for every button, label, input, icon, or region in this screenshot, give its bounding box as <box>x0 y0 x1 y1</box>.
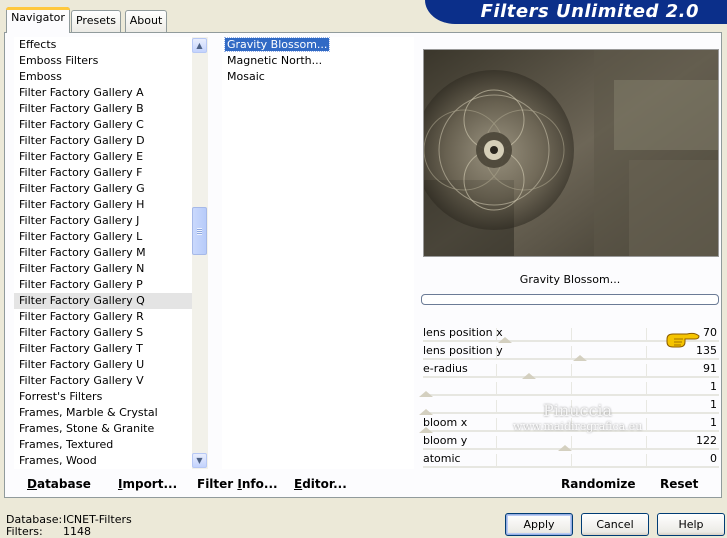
progress-bar <box>421 294 719 305</box>
slider-tick <box>646 400 647 412</box>
category-item[interactable]: Filter Factory Gallery V <box>14 373 192 389</box>
category-item[interactable]: Filter Factory Gallery A <box>14 85 192 101</box>
param-label: atomic <box>423 452 461 465</box>
slider-tick <box>571 328 572 340</box>
param-slider[interactable]: atomic 0 <box>421 451 721 469</box>
category-item[interactable]: Filter Factory Gallery U <box>14 357 192 373</box>
param-value: 1 <box>710 398 717 411</box>
filter-item[interactable]: Gravity Blossom... <box>222 37 414 53</box>
selected-filter-name: Gravity Blossom... <box>519 273 621 286</box>
tab-navigator[interactable]: Navigator <box>6 7 70 33</box>
navigator-panel: Effects Emboss Filters Emboss Filter Factor… <box>4 32 722 498</box>
category-list[interactable]: Effects Emboss Filters Emboss Filter Factor… <box>14 37 192 469</box>
param-value: 91 <box>703 362 717 375</box>
category-item[interactable]: Filter Factory Gallery R <box>14 309 192 325</box>
category-item[interactable]: Frames, Marble & Crystal <box>14 405 192 421</box>
slider-tick <box>646 436 647 448</box>
slider-tick <box>496 454 497 466</box>
scroll-up-icon[interactable]: ▲ <box>192 38 207 53</box>
slider-tick <box>646 346 647 358</box>
randomize-button[interactable]: Randomize <box>561 477 635 491</box>
param-slider[interactable]: e-radius 91 <box>421 361 721 379</box>
category-item[interactable]: Filter Factory Gallery E <box>14 149 192 165</box>
filters-status: Filters: 1148 <box>6 525 91 538</box>
category-item[interactable]: Emboss <box>14 69 192 85</box>
category-item[interactable]: Filter Factory Gallery G <box>14 181 192 197</box>
slider-tick <box>571 454 572 466</box>
category-item[interactable]: Forrest's Filters <box>14 389 192 405</box>
category-item[interactable]: Frames, Stone & Granite <box>14 421 192 437</box>
category-item[interactable]: Filter Factory Gallery C <box>14 117 192 133</box>
category-item[interactable]: Filter Factory Gallery P <box>14 277 192 293</box>
pointing-hand-icon <box>666 332 700 348</box>
category-item[interactable]: Filter Factory Gallery B <box>14 101 192 117</box>
param-label: lens position y <box>423 344 503 357</box>
import-button[interactable]: Import... <box>118 477 177 491</box>
slider-tick <box>571 364 572 376</box>
category-item[interactable]: Filter Factory Gallery L <box>14 229 192 245</box>
slider-tick <box>496 364 497 376</box>
gravity-blossom-preview <box>414 50 718 256</box>
slider-tick <box>496 436 497 448</box>
cancel-button[interactable]: Cancel <box>581 513 649 536</box>
category-item[interactable]: Frames, Wood <box>14 453 192 469</box>
param-label: bloom y <box>423 434 468 447</box>
filter-list[interactable]: Gravity Blossom... Magnetic North... Mosai… <box>222 37 414 469</box>
apply-button[interactable]: Apply <box>505 513 573 536</box>
param-value: 122 <box>696 434 717 447</box>
slider-track[interactable] <box>423 394 719 396</box>
category-item[interactable]: Filter Factory Gallery T <box>14 341 192 357</box>
param-value: 1 <box>710 416 717 429</box>
watermark-url: www.maidiregrafica.eu <box>513 420 643 433</box>
category-item[interactable]: Filter Factory Gallery D <box>14 133 192 149</box>
database-button[interactable]: Database <box>27 477 91 491</box>
category-item[interactable]: Filter Factory Gallery H <box>14 197 192 213</box>
slider-tick <box>646 454 647 466</box>
watermark-name: Pinuccia <box>543 401 613 420</box>
slider-track[interactable] <box>423 466 719 468</box>
editor-button[interactable]: Editor... <box>294 477 347 491</box>
reset-button[interactable]: Reset <box>660 477 698 491</box>
category-item[interactable]: Filter Factory Gallery J <box>14 213 192 229</box>
slider-tick <box>646 364 647 376</box>
slider-tick <box>496 400 497 412</box>
slider-tick <box>571 382 572 394</box>
slider-tick <box>646 418 647 430</box>
slider-tick <box>646 382 647 394</box>
category-item[interactable]: Effects <box>14 37 192 53</box>
param-slider[interactable]: bloom y 122 <box>421 433 721 451</box>
param-slider[interactable]: 1 <box>419 379 721 397</box>
param-label: e-radius <box>423 362 468 375</box>
tab-about[interactable]: About <box>125 10 167 32</box>
category-item[interactable]: Frames, Textured <box>14 437 192 453</box>
category-scrollbar[interactable]: ▲ ▼ <box>192 37 208 469</box>
param-value: 70 <box>703 326 717 339</box>
filter-item-label: Gravity Blossom... <box>223 37 331 52</box>
param-value: 0 <box>710 452 717 465</box>
slider-tick <box>646 328 647 340</box>
help-button[interactable]: Help <box>657 513 725 536</box>
filter-info-button[interactable]: Filter Info... <box>197 477 278 491</box>
category-item[interactable]: Filter Factory Gallery N <box>14 261 192 277</box>
filter-item[interactable]: Magnetic North... <box>222 53 414 69</box>
category-item[interactable]: Emboss Filters <box>14 53 192 69</box>
slider-tick <box>496 418 497 430</box>
category-item[interactable]: Filter Factory Gallery S <box>14 325 192 341</box>
filter-preview-image <box>414 49 719 257</box>
filter-item[interactable]: Mosaic <box>222 69 414 85</box>
tab-presets[interactable]: Presets <box>71 10 121 32</box>
scroll-thumb[interactable] <box>192 207 207 255</box>
slider-tick <box>496 382 497 394</box>
param-label: lens position x <box>423 326 503 339</box>
category-item[interactable]: Filter Factory Gallery Q <box>14 293 192 309</box>
category-item[interactable]: Filter Factory Gallery F <box>14 165 192 181</box>
scroll-down-icon[interactable]: ▼ <box>192 453 207 468</box>
category-item[interactable]: Filter Factory Gallery M <box>14 245 192 261</box>
param-value: 1 <box>710 380 717 393</box>
param-label: bloom x <box>423 416 468 429</box>
app-title-banner: Filters Unlimited 2.0 <box>425 0 727 24</box>
